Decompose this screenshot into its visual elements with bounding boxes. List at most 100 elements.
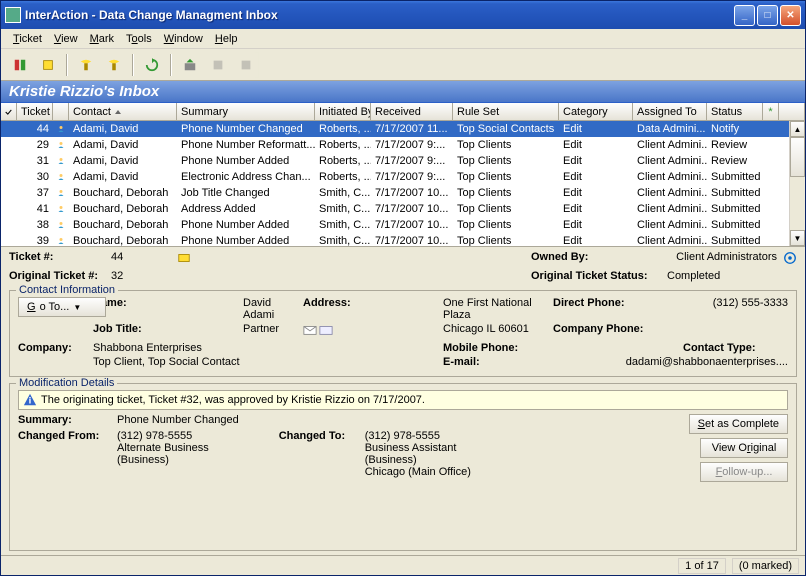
col-assigned[interactable]: Assigned To (633, 103, 707, 120)
person-icon (53, 217, 69, 233)
menu-mark[interactable]: Mark (84, 31, 120, 47)
col-ruleset[interactable]: Rule Set (453, 103, 559, 120)
mod-message: i The originating ticket, Ticket #32, wa… (18, 390, 788, 410)
person-icon (53, 137, 69, 153)
toolbar-btn-1[interactable] (7, 52, 33, 78)
person-icon (53, 185, 69, 201)
mod-summary-value: Phone Number Changed (117, 414, 239, 426)
table-row[interactable]: 29Adami, DavidPhone Number Reformatt...R… (1, 137, 789, 153)
menu-tools[interactable]: Tools (120, 31, 158, 47)
jobtitle-label: Job Title: (93, 323, 243, 335)
app-icon (5, 7, 21, 23)
grid-header: Ticket Contact Summary Initiated By Rece… (1, 103, 805, 121)
table-row[interactable]: 31Adami, DavidPhone Number AddedRoberts,… (1, 153, 789, 169)
person-icon (53, 121, 69, 137)
menu-help[interactable]: Help (209, 31, 244, 47)
ctype-value: Top Client, Top Social Contact (93, 356, 443, 368)
table-row[interactable]: 44Adami, DavidPhone Number ChangedRobert… (1, 121, 789, 137)
company-label: Company: (18, 342, 93, 354)
orig-ticket-label: Original Ticket #: (9, 270, 105, 282)
origstat-value: Completed (667, 270, 720, 282)
jobtitle-value: Partner (243, 323, 303, 335)
email-value: dadami@shabbonaenterprises.... (553, 356, 788, 368)
envelope-icon[interactable] (303, 323, 317, 340)
name-label: Name: (93, 297, 243, 309)
titlebar: InterAction - Data Change Managment Inbo… (1, 1, 805, 29)
toolbar-btn-7 (205, 52, 231, 78)
card-icon[interactable] (319, 323, 333, 340)
col-status[interactable]: Status (707, 103, 763, 120)
col-filler (779, 103, 805, 120)
close-button[interactable]: ✕ (780, 5, 801, 26)
addr-value-2: Chicago IL 60601 (443, 323, 553, 335)
ticket-icon[interactable] (177, 251, 191, 268)
col-initiated[interactable]: Initiated By (315, 103, 371, 120)
goto-button[interactable]: Go To... ▼ (18, 297, 106, 317)
orig-ticket-value: 32 (111, 270, 123, 282)
menu-window[interactable]: Window (158, 31, 209, 47)
name-value: David Adami (243, 297, 303, 321)
table-row[interactable]: 39Bouchard, DeborahPhone Number AddedSmi… (1, 233, 789, 246)
scroll-thumb[interactable] (790, 137, 805, 177)
toolbar-btn-2[interactable] (35, 52, 61, 78)
changed-to-value: (312) 978-5555 Business Assistant (Busin… (365, 430, 471, 478)
col-summary[interactable]: Summary (177, 103, 315, 120)
table-row[interactable]: 37Bouchard, DeborahJob Title ChangedSmit… (1, 185, 789, 201)
set-complete-button[interactable]: Set as Complete (689, 414, 788, 434)
info-icon: i (23, 393, 37, 407)
status-marked: (0 marked) (732, 558, 799, 574)
toolbar (1, 49, 805, 81)
window-title: InterAction - Data Change Managment Inbo… (25, 8, 734, 22)
contact-info-legend: Contact Information (16, 284, 118, 296)
col-ticket[interactable]: Ticket (17, 103, 53, 120)
contact-info-box: Contact Information Name: David Adami Ad… (9, 290, 797, 377)
scroll-up[interactable]: ▲ (790, 121, 805, 137)
col-icon[interactable] (53, 103, 69, 120)
detail-pane: Ticket #: 44 Original Ticket #: 32 Owned… (1, 246, 805, 555)
table-row[interactable]: 41Bouchard, DeborahAddress AddedSmith, C… (1, 201, 789, 217)
ticket-num-label: Ticket #: (9, 251, 105, 268)
col-category[interactable]: Category (559, 103, 633, 120)
col-contact[interactable]: Contact (69, 103, 177, 120)
owned-value: Client Administrators (667, 251, 777, 268)
toolbar-btn-3[interactable] (73, 52, 99, 78)
toolbar-btn-4[interactable] (101, 52, 127, 78)
toolbar-btn-8 (233, 52, 259, 78)
changed-to-label: Changed To: (279, 430, 359, 478)
mphone-label: Mobile Phone: (443, 342, 553, 354)
ctype-label: Contact Type: (683, 342, 788, 354)
col-check[interactable] (1, 103, 17, 120)
changed-from-value: (312) 978-5555 Alternate Business (Busin… (117, 430, 209, 478)
table-row[interactable]: 30Adami, DavidElectronic Address Chan...… (1, 169, 789, 185)
menu-ticket[interactable]: Ticket (7, 31, 48, 47)
col-star[interactable]: * (763, 103, 779, 120)
email-label: E-mail: (443, 356, 553, 368)
mod-summary-label: Summary: (18, 414, 111, 426)
maximize-button[interactable]: □ (757, 5, 778, 26)
toolbar-refresh[interactable] (139, 52, 165, 78)
view-original-button[interactable]: View Original (700, 438, 788, 458)
toolbar-btn-6[interactable] (177, 52, 203, 78)
svg-text:i: i (29, 396, 32, 407)
person-icon (53, 169, 69, 185)
addr-label: Address: (303, 297, 443, 309)
scroll-down[interactable]: ▼ (790, 230, 805, 246)
person-icon (53, 153, 69, 169)
addr-value-1: One First National Plaza (443, 297, 553, 321)
vertical-scrollbar[interactable]: ▲ ▼ (789, 121, 805, 246)
ticket-num-value: 44 (111, 251, 171, 268)
person-icon (53, 233, 69, 246)
mod-legend: Modification Details (16, 377, 117, 389)
table-row[interactable]: 38Bouchard, DeborahPhone Number AddedSmi… (1, 217, 789, 233)
changed-from-label: Changed From: (18, 430, 111, 478)
owner-icon[interactable] (783, 251, 797, 268)
menubar: Ticket View Mark Tools Window Help (1, 29, 805, 49)
cphone-label: Company Phone: (553, 323, 683, 335)
grid: 44Adami, DavidPhone Number ChangedRobert… (1, 121, 805, 246)
minimize-button[interactable]: _ (734, 5, 755, 26)
menu-view[interactable]: View (48, 31, 84, 47)
owned-label: Owned By: (531, 251, 661, 268)
col-received[interactable]: Received (371, 103, 453, 120)
dphone-label: Direct Phone: (553, 297, 683, 309)
company-value: Shabbona Enterprises (93, 342, 243, 354)
